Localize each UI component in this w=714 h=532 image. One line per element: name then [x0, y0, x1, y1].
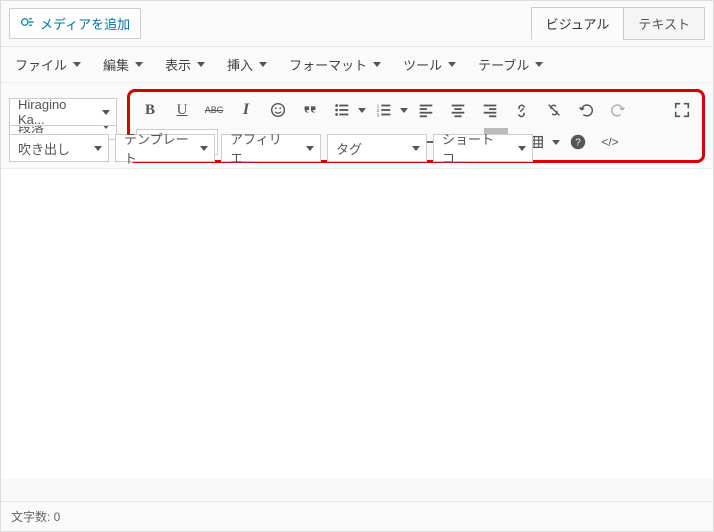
media-icon [20, 14, 36, 33]
caret-icon [373, 62, 381, 67]
caret-icon [552, 140, 560, 145]
svg-text:3: 3 [377, 112, 380, 117]
redo-button[interactable] [604, 96, 632, 124]
source-code-button[interactable]: </> [596, 128, 624, 156]
align-center-button[interactable] [444, 96, 472, 124]
bold-button[interactable]: B [136, 96, 164, 124]
tab-visual[interactable]: ビジュアル [531, 7, 625, 40]
align-right-button[interactable] [476, 96, 504, 124]
link-button[interactable] [508, 96, 536, 124]
help-button[interactable]: ? [564, 128, 592, 156]
affiliate-select[interactable]: アフィリエ... [221, 134, 321, 162]
menu-view[interactable]: 表示 [165, 55, 205, 74]
undo-button[interactable] [572, 96, 600, 124]
menubar: ファイル 編集 表示 挿入 フォーマット ツール テーブル [1, 47, 713, 83]
emoji-button[interactable] [264, 96, 292, 124]
tag-select[interactable]: タグ [327, 134, 427, 162]
caret-icon [535, 62, 543, 67]
menu-file[interactable]: ファイル [15, 55, 81, 74]
shortcode-select[interactable]: ショートコ... [433, 134, 533, 162]
align-left-button[interactable] [412, 96, 440, 124]
tab-text[interactable]: テキスト [623, 7, 705, 40]
toolbar-row-2-left: Hiragino Ka... [1, 96, 129, 128]
topbar: メディアを追加 ビジュアル テキスト [1, 1, 713, 47]
underline-button[interactable]: U [168, 96, 196, 124]
menu-format[interactable]: フォーマット [289, 55, 381, 74]
strikethrough-button[interactable]: ABC [200, 96, 228, 124]
caret-icon [259, 62, 267, 67]
fontfamily-select[interactable]: Hiragino Ka... [9, 98, 117, 126]
caret-icon [448, 62, 456, 67]
content-area[interactable] [1, 169, 713, 479]
statusbar: 文字数: 0 [1, 501, 713, 531]
blockquote-button[interactable] [296, 96, 324, 124]
menu-tools[interactable]: ツール [403, 55, 456, 74]
caret-icon [197, 62, 205, 67]
menu-table[interactable]: テーブル [478, 55, 543, 74]
add-media-label: メディアを追加 [40, 14, 130, 33]
template-select[interactable]: テンプレート [115, 134, 215, 162]
caret-icon [358, 108, 366, 113]
editor-tabs: ビジュアル テキスト [532, 7, 705, 40]
number-list-button[interactable]: 123 [370, 96, 408, 124]
add-media-button[interactable]: メディアを追加 [9, 8, 141, 39]
caret-icon [135, 62, 143, 67]
char-count-label: 文字数: [11, 510, 54, 524]
balloon-select[interactable]: 吹き出し [9, 134, 109, 162]
unlink-button[interactable] [540, 96, 568, 124]
editor-window: メディアを追加 ビジュアル テキスト ファイル 編集 表示 挿入 フォーマット … [0, 0, 714, 532]
caret-icon [400, 108, 408, 113]
svg-text:?: ? [575, 138, 581, 149]
bullet-list-button[interactable] [328, 96, 366, 124]
menu-edit[interactable]: 編集 [103, 55, 143, 74]
toolbar-icons-row-1: B U ABC I 123 [132, 94, 700, 126]
italic-button[interactable]: I [232, 96, 260, 124]
fullscreen-button[interactable] [668, 96, 696, 124]
caret-icon [73, 62, 81, 67]
char-count-value: 0 [54, 510, 61, 524]
menu-insert[interactable]: 挿入 [227, 55, 267, 74]
